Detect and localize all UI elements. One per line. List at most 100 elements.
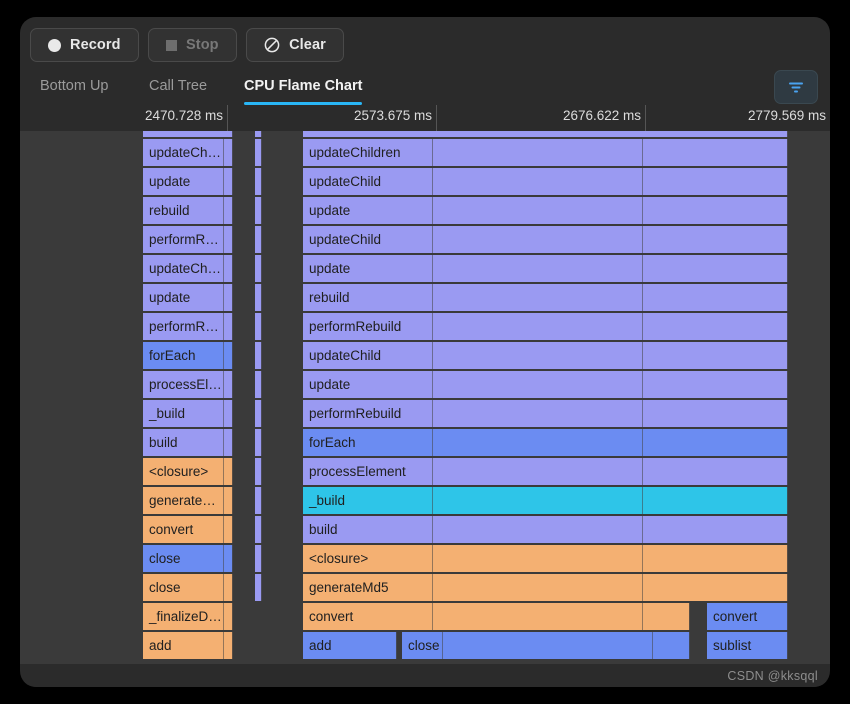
flame-block[interactable]: generateMd5 bbox=[303, 574, 788, 601]
flame-block-divider bbox=[432, 574, 433, 601]
flame-block-divider bbox=[223, 574, 224, 601]
flame-block-divider bbox=[223, 458, 224, 485]
flame-block[interactable]: update bbox=[303, 371, 788, 398]
flame-block[interactable]: updateChild bbox=[303, 342, 788, 369]
flame-block-divider bbox=[642, 197, 643, 224]
toolbar: Record Stop Clear bbox=[20, 17, 830, 69]
flame-block[interactable]: processElement bbox=[303, 458, 788, 485]
flame-block[interactable]: update bbox=[143, 168, 233, 195]
flame-block[interactable] bbox=[303, 131, 788, 137]
flame-block[interactable] bbox=[255, 545, 262, 572]
flame-block[interactable]: rebuild bbox=[303, 284, 788, 311]
flame-block[interactable]: updateCh… bbox=[143, 255, 233, 282]
flame-block[interactable]: updateChildren bbox=[303, 139, 788, 166]
flame-block-divider bbox=[223, 342, 224, 369]
flame-block-divider bbox=[223, 226, 224, 253]
flame-block[interactable] bbox=[255, 487, 262, 514]
flame-block[interactable]: update bbox=[303, 255, 788, 282]
flame-chart[interactable]: updateCh… updateChildren update updateChild… bbox=[20, 131, 830, 664]
tab-bottom-up[interactable]: Bottom Up bbox=[40, 69, 109, 105]
flame-block[interactable] bbox=[255, 458, 262, 485]
flame-block-divider bbox=[642, 371, 643, 398]
flame-block-divider bbox=[642, 400, 643, 427]
stop-button-label: Stop bbox=[186, 37, 219, 53]
flame-row: close <closure> bbox=[20, 545, 830, 574]
timeline-ruler[interactable]: 2470.728 ms 2573.675 ms 2676.622 ms 2779.56… bbox=[20, 105, 830, 132]
flame-block[interactable] bbox=[255, 255, 262, 282]
flame-row: performR… updateChild bbox=[20, 226, 830, 255]
flame-row: processEl… update bbox=[20, 371, 830, 400]
flame-block[interactable]: add bbox=[143, 632, 233, 659]
flame-block[interactable]: updateChild bbox=[303, 226, 788, 253]
flame-block-divider bbox=[432, 400, 433, 427]
tab-bar: Bottom Up Call Tree CPU Flame Chart bbox=[20, 69, 830, 106]
flame-block[interactable] bbox=[255, 284, 262, 311]
flame-block[interactable] bbox=[255, 371, 262, 398]
flame-block[interactable]: forEach bbox=[303, 429, 788, 456]
flame-block[interactable]: _build bbox=[143, 400, 233, 427]
flame-block[interactable] bbox=[143, 131, 233, 137]
flame-block[interactable]: forEach bbox=[143, 342, 233, 369]
flame-block[interactable] bbox=[255, 516, 262, 543]
flame-block[interactable]: <closure> bbox=[303, 545, 788, 572]
flame-block[interactable]: <closure> bbox=[143, 458, 233, 485]
flame-block-divider bbox=[642, 313, 643, 340]
flame-block[interactable] bbox=[255, 342, 262, 369]
flame-block[interactable]: close bbox=[143, 574, 233, 601]
record-button[interactable]: Record bbox=[30, 28, 139, 62]
flame-block-divider bbox=[442, 632, 443, 659]
filter-icon bbox=[787, 80, 805, 94]
flame-block[interactable] bbox=[255, 429, 262, 456]
flame-block[interactable] bbox=[255, 313, 262, 340]
flame-block[interactable]: performRebuild bbox=[303, 400, 788, 427]
flame-block[interactable]: build bbox=[143, 429, 233, 456]
flame-block[interactable]: _build bbox=[303, 487, 788, 514]
flame-block[interactable]: close bbox=[402, 632, 690, 659]
flame-block[interactable]: convert bbox=[143, 516, 233, 543]
flame-block[interactable]: generate… bbox=[143, 487, 233, 514]
flame-chart-bottom-edge bbox=[20, 681, 830, 687]
flame-block[interactable] bbox=[255, 131, 262, 137]
flame-block[interactable]: convert bbox=[707, 603, 788, 630]
flame-row: build forEach bbox=[20, 429, 830, 458]
flame-block-divider bbox=[642, 226, 643, 253]
flame-block[interactable]: performR… bbox=[143, 313, 233, 340]
flame-block[interactable] bbox=[255, 168, 262, 195]
flame-block[interactable]: build bbox=[303, 516, 788, 543]
flame-block[interactable] bbox=[255, 226, 262, 253]
flame-block[interactable]: update bbox=[303, 197, 788, 224]
flame-block[interactable] bbox=[255, 197, 262, 224]
flame-block[interactable] bbox=[255, 139, 262, 166]
flame-block[interactable]: convert bbox=[303, 603, 690, 630]
flame-block[interactable]: sublist bbox=[707, 632, 788, 659]
flame-block-divider bbox=[223, 603, 224, 630]
flame-block-divider bbox=[642, 603, 643, 630]
filter-button[interactable] bbox=[774, 70, 818, 104]
flame-block[interactable]: update bbox=[143, 284, 233, 311]
flame-block-divider bbox=[432, 168, 433, 195]
flame-row: convert build bbox=[20, 516, 830, 545]
flame-block[interactable]: updateChild bbox=[303, 168, 788, 195]
flame-block[interactable] bbox=[255, 574, 262, 601]
flame-block[interactable]: performRebuild bbox=[303, 313, 788, 340]
flame-block[interactable]: close bbox=[143, 545, 233, 572]
flame-row: add add close sublist bbox=[20, 632, 830, 661]
clear-button[interactable]: Clear bbox=[246, 28, 344, 62]
flame-block-divider bbox=[432, 545, 433, 572]
flame-block[interactable]: processEl… bbox=[143, 371, 233, 398]
flame-row: rebuild update bbox=[20, 197, 830, 226]
flame-block[interactable]: performR… bbox=[143, 226, 233, 253]
flame-block-divider bbox=[432, 255, 433, 282]
flame-block-divider bbox=[642, 545, 643, 572]
flame-block[interactable]: rebuild bbox=[143, 197, 233, 224]
flame-block-divider bbox=[642, 574, 643, 601]
stop-button[interactable]: Stop bbox=[148, 28, 237, 62]
tab-call-tree[interactable]: Call Tree bbox=[149, 69, 207, 105]
flame-block-divider bbox=[223, 400, 224, 427]
flame-block[interactable] bbox=[255, 400, 262, 427]
flame-block[interactable]: add bbox=[303, 632, 397, 659]
flame-block[interactable]: _finalizeD… bbox=[143, 603, 233, 630]
tab-cpu-flame-chart[interactable]: CPU Flame Chart bbox=[244, 69, 363, 105]
flame-block-divider bbox=[642, 429, 643, 456]
flame-block[interactable]: updateCh… bbox=[143, 139, 233, 166]
